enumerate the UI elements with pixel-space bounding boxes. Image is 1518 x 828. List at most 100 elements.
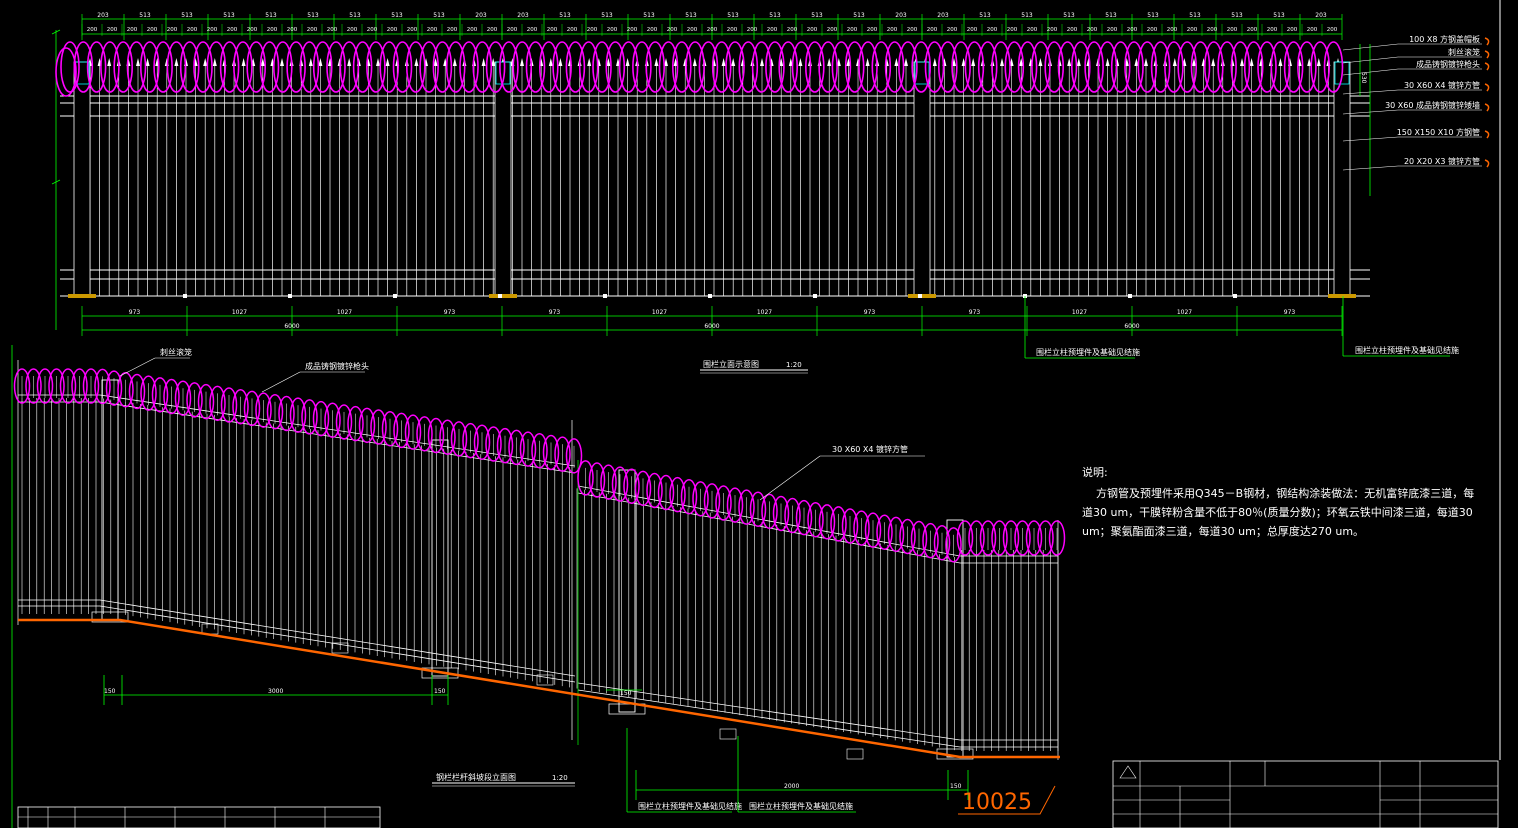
spear-tip	[347, 58, 352, 66]
slope-elevation: 刺丝滚笼 成品铸钢镀锌枪头 30 X60 X4 镀锌方管 150 3000 15…	[13, 347, 1066, 815]
top-dim-label: 513	[1105, 12, 1117, 19]
sub-dim-label: 200	[1187, 27, 1198, 33]
bottom-dim-label: 973	[129, 309, 141, 316]
sub-dim-label: 200	[307, 27, 318, 33]
top-dim-label: 203	[1315, 12, 1327, 19]
sub-dim-label: 200	[1067, 27, 1078, 33]
slope-dim-4: 150	[620, 690, 632, 697]
material-callouts: 100 X8 方钢盖帽板刺丝滚笼成品铸钢镀锌枪头 30 X60 X4 镀锌方管 30…	[1342, 34, 1490, 171]
sub-dim-label: 200	[787, 27, 798, 33]
bottom-dim-label: 1027	[1177, 309, 1192, 316]
sub-dim-label: 200	[967, 27, 978, 33]
top-dim-label: 513	[1189, 12, 1201, 19]
top-dim-label: 513	[139, 12, 151, 19]
top-dim-label: 513	[769, 12, 781, 19]
spear-tip	[452, 58, 457, 66]
spear-tip	[1000, 58, 1004, 66]
sub-dim-label: 200	[987, 27, 998, 33]
spear-tip	[1240, 58, 1244, 66]
callout-label: 30 X60 成品铸钢镀锌矮墙	[1385, 100, 1480, 110]
spear-tip	[385, 58, 390, 66]
sub-dim-label: 200	[107, 27, 118, 33]
sub-dim-label: 200	[667, 27, 678, 33]
top-dim-label: 513	[391, 12, 403, 19]
design-notes: 说明: 方钢管及预埋件采用Q345－B钢材，钢结构涂装做法：无机富锌底漆三道，每…	[1082, 463, 1482, 541]
post-base	[68, 294, 96, 298]
callout-label: 150 X150 X10 方钢管	[1397, 127, 1480, 137]
notes-body: 方钢管及预埋件采用Q345－B钢材，钢结构涂装做法：无机富锌底漆三道，每道30 …	[1082, 487, 1475, 538]
sub-dim-label: 200	[627, 27, 638, 33]
fence-post	[913, 61, 931, 297]
check-mark	[1484, 37, 1490, 46]
elevation-scale: 1:20	[786, 361, 802, 369]
callout-label: 100 X8 方钢盖帽板	[1409, 34, 1480, 44]
sub-dim-label: 200	[447, 27, 458, 33]
spear-tip	[376, 58, 380, 66]
top-dim-label: 513	[685, 12, 697, 19]
notes-heading: 说明:	[1082, 466, 1108, 479]
spear-tip	[625, 58, 630, 66]
spear-tip	[654, 58, 659, 66]
top-dim-label: 513	[979, 12, 991, 19]
top-dim-label: 513	[223, 12, 235, 19]
spear-tip	[1278, 58, 1283, 66]
sub-dim-label: 200	[367, 27, 378, 33]
spear-tip	[692, 58, 697, 66]
sub-dim-label: 200	[587, 27, 598, 33]
sub-dim-label: 200	[907, 27, 918, 33]
sub-dim-label: 200	[687, 27, 698, 33]
top-dim-label: 513	[853, 12, 865, 19]
fence-pickets	[88, 58, 1340, 296]
spear-tip	[212, 58, 217, 66]
bottom-dim-label: 1027	[652, 309, 667, 316]
top-dim-label: 513	[307, 12, 319, 19]
spear-tip	[1067, 58, 1072, 66]
bottom-dim-label: 1027	[337, 309, 352, 316]
fence-posts	[68, 61, 1356, 298]
top-dim-label: 513	[727, 12, 739, 19]
sub-dim-label: 200	[267, 27, 278, 33]
sub-dim-label: 200	[1227, 27, 1238, 33]
top-dim-label: 513	[265, 12, 277, 19]
sub-dim-label: 200	[707, 27, 718, 33]
fence-elevation: 203 513 513 513 513 513 513 513 513 203 203 513 513 5…	[51, 12, 1490, 374]
sub-dim-label: 200	[1047, 27, 1058, 33]
spear-tip	[174, 58, 179, 66]
fence-post	[73, 61, 91, 297]
check-mark	[1484, 130, 1490, 139]
bottom-dim-label: 973	[444, 309, 456, 316]
sub-dim-label: 200	[167, 27, 178, 33]
big-dimension-number: 10025	[962, 790, 1032, 815]
sub-dim-label: 200	[247, 27, 258, 33]
slope-foundation-2: 围栏立柱预埋件及基础见结施	[749, 801, 853, 811]
spear-tip	[1105, 58, 1110, 66]
slope-dim-1: 150	[104, 688, 116, 695]
side-dim: 530	[1360, 72, 1367, 84]
spear-tip	[308, 58, 313, 66]
sub-dim-label: 200	[1107, 27, 1118, 33]
top-dim-label: 203	[895, 12, 907, 19]
spear-tip	[1172, 58, 1177, 66]
sub-dim-label: 200	[87, 27, 98, 33]
check-mark	[1484, 159, 1490, 168]
spear-tip	[827, 58, 832, 66]
top-dimensions: 203 513 513 513 513 513 513 513 513 203 203 513 513 5…	[81, 12, 1343, 40]
slope-dim-2: 3000	[268, 688, 283, 695]
slope-dim-3: 150	[434, 688, 446, 695]
spear-tip	[904, 58, 908, 66]
slope-post	[431, 439, 449, 677]
sub-dim-label: 200	[1287, 27, 1298, 33]
sub-dim-label: 200	[207, 27, 218, 33]
top-dim-label: 513	[601, 12, 613, 19]
bottom-dim-label: 1027	[1072, 309, 1087, 316]
top-dim-label: 513	[1231, 12, 1243, 19]
spear-tip	[280, 58, 284, 66]
sub-dim-label: 200	[867, 27, 878, 33]
top-dim-label: 513	[181, 12, 193, 19]
slope-foundation-1: 围栏立柱预埋件及基础见结施	[638, 801, 742, 811]
sub-dim-label: 200	[187, 27, 198, 33]
check-mark	[1484, 83, 1490, 92]
sub-dim-label: 200	[427, 27, 438, 33]
sub-dim-label: 200	[847, 27, 858, 33]
sub-dim-label: 200	[1247, 27, 1258, 33]
